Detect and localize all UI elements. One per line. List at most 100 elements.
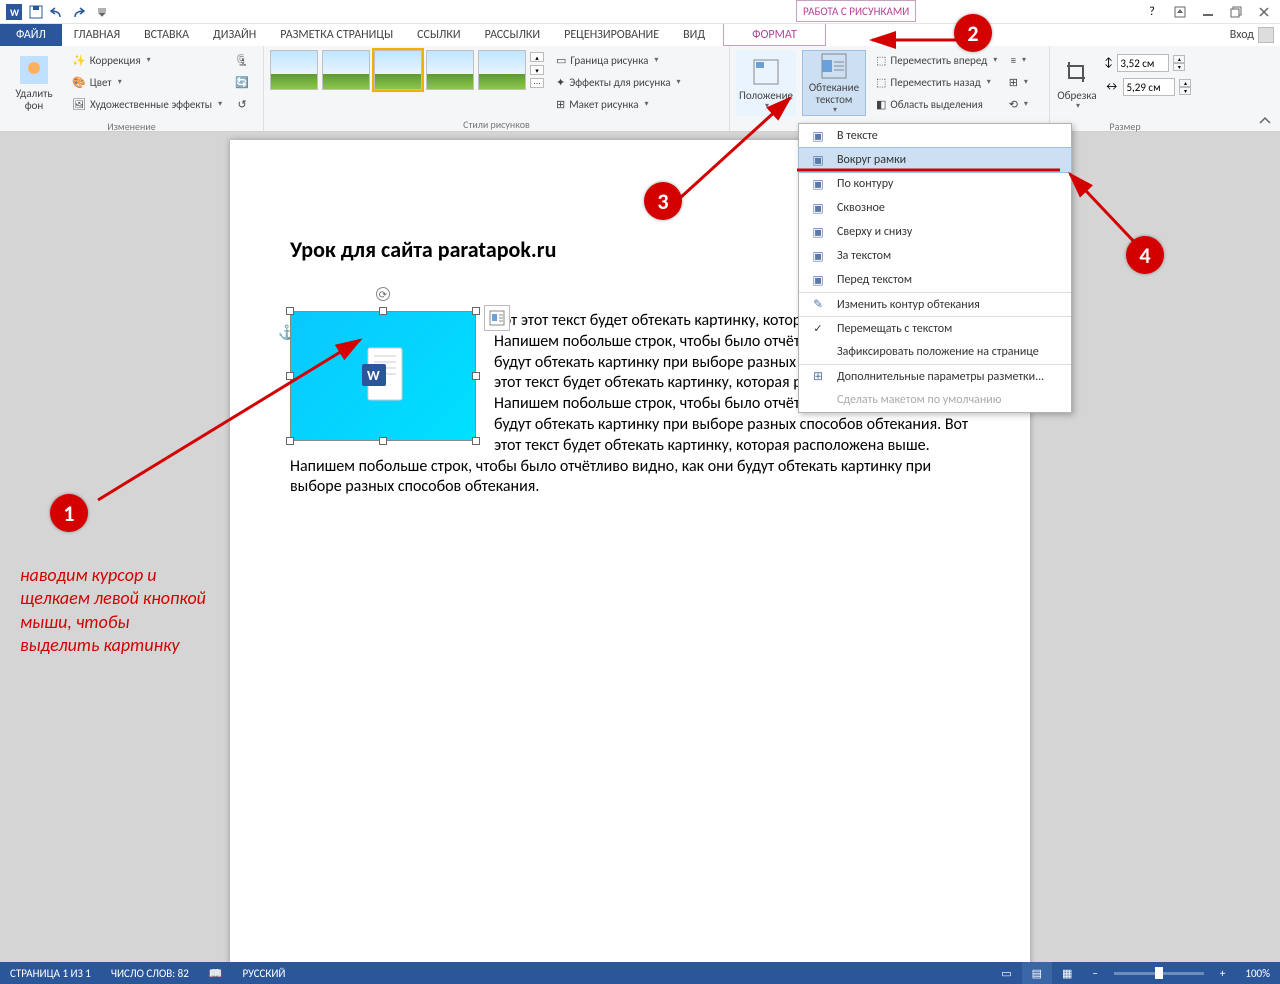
change-picture-button[interactable]: 🔄 — [232, 72, 252, 92]
status-page[interactable]: СТРАНИЦА 1 ИЗ 1 — [0, 962, 101, 984]
reset-picture-button[interactable]: ↺ — [232, 94, 252, 114]
align-button[interactable]: ≡▾ — [1007, 50, 1029, 70]
zoom-in-button[interactable]: + — [1210, 962, 1235, 984]
height-field[interactable]: ↕ ▴▾ — [1104, 54, 1194, 72]
height-input[interactable] — [1117, 54, 1169, 72]
send-backward-button[interactable]: ⬚Переместить назад▾ — [872, 72, 1001, 92]
resize-handle[interactable] — [472, 437, 480, 445]
view-web-layout[interactable]: ▦ — [1052, 962, 1082, 984]
tab-mailings[interactable]: РАССЫЛКИ — [473, 24, 553, 46]
compress-pictures-button[interactable]: 🗜 — [232, 50, 252, 70]
selected-image[interactable]: ⟳ W — [290, 311, 476, 441]
wrap-tight[interactable]: ▣По контуру — [799, 172, 1071, 196]
wrap-behind-icon: ▣ — [807, 248, 829, 264]
tab-references[interactable]: ССЫЛКИ — [405, 24, 472, 46]
style-thumb-4[interactable] — [426, 50, 474, 90]
zoom-level[interactable]: 100% — [1235, 962, 1280, 984]
picture-border-button[interactable]: ▭Граница рисунка▾ — [552, 50, 685, 70]
tab-view[interactable]: ВИД — [671, 24, 717, 46]
zoom-knob[interactable] — [1155, 967, 1163, 979]
wrap-top-bottom[interactable]: ▣Сверху и снизу — [799, 220, 1071, 244]
wrap-through[interactable]: ▣Сквозное — [799, 196, 1071, 220]
wrap-behind[interactable]: ▣За текстом — [799, 244, 1071, 268]
minimize-icon[interactable] — [1196, 2, 1220, 22]
wrap-text-icon — [818, 51, 850, 80]
gallery-more-icon[interactable]: ⋯ — [530, 78, 544, 88]
spinner-down-icon[interactable]: ▾ — [1179, 87, 1191, 95]
set-default-layout: Сделать макетом по умолчанию — [799, 388, 1071, 412]
redo-icon[interactable] — [70, 2, 90, 22]
tab-file[interactable]: ФАЙЛ — [0, 24, 62, 46]
move-with-text[interactable]: ✓Перемещать с текстом — [799, 316, 1071, 340]
sign-in[interactable]: Вход — [1224, 24, 1280, 46]
tab-review[interactable]: РЕЦЕНЗИРОВАНИЕ — [552, 24, 671, 46]
resize-handle[interactable] — [286, 307, 294, 315]
resize-handle[interactable] — [379, 307, 387, 315]
wrap-inline[interactable]: ▣В тексте — [799, 124, 1071, 148]
width-field[interactable]: ↔ ▴▾ — [1104, 78, 1194, 96]
picture-layout-button[interactable]: ⊞Макет рисунка▾ — [552, 94, 685, 114]
color-button[interactable]: 🎨Цвет▾ — [68, 72, 226, 92]
help-icon[interactable]: ? — [1140, 2, 1164, 22]
gallery-up-icon[interactable]: ▴ — [530, 52, 544, 62]
tab-home[interactable]: ГЛАВНАЯ — [62, 24, 132, 46]
status-proofing[interactable]: 📖 — [199, 962, 233, 984]
spinner-up-icon[interactable]: ▴ — [1179, 79, 1191, 87]
status-bar: СТРАНИЦА 1 ИЗ 1 ЧИСЛО СЛОВ: 82 📖 РУССКИЙ… — [0, 962, 1280, 984]
remove-background-button[interactable]: Удалить фон — [6, 50, 62, 116]
corrections-button[interactable]: ✨Коррекция▾ — [68, 50, 226, 70]
status-word-count[interactable]: ЧИСЛО СЛОВ: 82 — [101, 962, 199, 984]
chevron-down-icon: ▾ — [1024, 77, 1028, 87]
resize-handle[interactable] — [472, 307, 480, 315]
edit-wrap-points[interactable]: ✎Изменить контур обтекания — [799, 292, 1071, 316]
tab-design[interactable]: ДИЗАЙН — [201, 24, 268, 46]
style-thumb-5[interactable] — [478, 50, 526, 90]
wrap-text-button[interactable]: Обтекание текстом▾ — [802, 50, 866, 116]
artistic-effects-button[interactable]: 🖼Художественные эффекты▾ — [68, 94, 226, 114]
word-doc-icon: W — [360, 346, 406, 406]
selection-pane-button[interactable]: ◧Область выделения — [872, 94, 1001, 114]
status-language[interactable]: РУССКИЙ — [233, 962, 296, 984]
resize-handle[interactable] — [472, 372, 480, 380]
more-layout-options[interactable]: ⊞Дополнительные параметры разметки... — [799, 364, 1071, 388]
zoom-out-button[interactable]: − — [1082, 962, 1107, 984]
zoom-slider[interactable] — [1114, 972, 1204, 975]
document-area[interactable]: Урок для сайта paratapok.ru ⚓ ⟳ W — [0, 132, 1280, 962]
resize-handle[interactable] — [286, 437, 294, 445]
style-thumb-2[interactable] — [322, 50, 370, 90]
rotate-handle-icon[interactable]: ⟳ — [376, 287, 390, 301]
group-objects-button[interactable]: ⊞▾ — [1007, 72, 1029, 92]
word-icon[interactable]: W — [4, 2, 24, 22]
width-input[interactable] — [1123, 78, 1175, 96]
qat-more-icon[interactable] — [92, 2, 112, 22]
tab-insert[interactable]: ВСТАВКА — [132, 24, 201, 46]
tab-format[interactable]: ФОРМАТ — [723, 24, 826, 46]
undo-icon[interactable] — [48, 2, 68, 22]
position-button[interactable]: Положе­ние▾ — [736, 50, 796, 116]
restore-icon[interactable] — [1224, 2, 1248, 22]
rotate-button[interactable]: ⟲▾ — [1007, 94, 1029, 114]
view-print-layout[interactable]: ▤ — [1022, 962, 1052, 984]
collapse-ribbon-icon[interactable] — [1258, 115, 1274, 129]
layout-options-button[interactable] — [484, 305, 510, 331]
ribbon-display-icon[interactable] — [1168, 2, 1192, 22]
selection-pane-icon: ◧ — [876, 98, 886, 111]
gallery-down-icon[interactable]: ▾ — [530, 65, 544, 75]
group-label-styles: Стили рисунков — [264, 118, 729, 131]
fix-position[interactable]: Зафиксировать положение на странице — [799, 340, 1071, 364]
style-thumb-3[interactable] — [374, 50, 422, 90]
resize-handle[interactable] — [379, 437, 387, 445]
bring-forward-button[interactable]: ⬚Переместить вперед▾ — [872, 50, 1001, 70]
close-icon[interactable] — [1252, 2, 1276, 22]
crop-button[interactable]: Обрезка▾ — [1056, 50, 1098, 116]
style-thumb-1[interactable] — [270, 50, 318, 90]
view-read-mode[interactable]: ▭ — [991, 962, 1021, 984]
wrap-square[interactable]: ▣Вокруг рамки — [799, 148, 1071, 172]
wrap-front[interactable]: ▣Перед текстом — [799, 268, 1071, 292]
save-icon[interactable] — [26, 2, 46, 22]
resize-handle[interactable] — [286, 372, 294, 380]
spinner-down-icon[interactable]: ▾ — [1173, 63, 1185, 71]
picture-effects-button[interactable]: ✦Эффекты для рисунка▾ — [552, 72, 685, 92]
tab-page-layout[interactable]: РАЗМЕТКА СТРАНИЦЫ — [268, 24, 405, 46]
spinner-up-icon[interactable]: ▴ — [1173, 55, 1185, 63]
